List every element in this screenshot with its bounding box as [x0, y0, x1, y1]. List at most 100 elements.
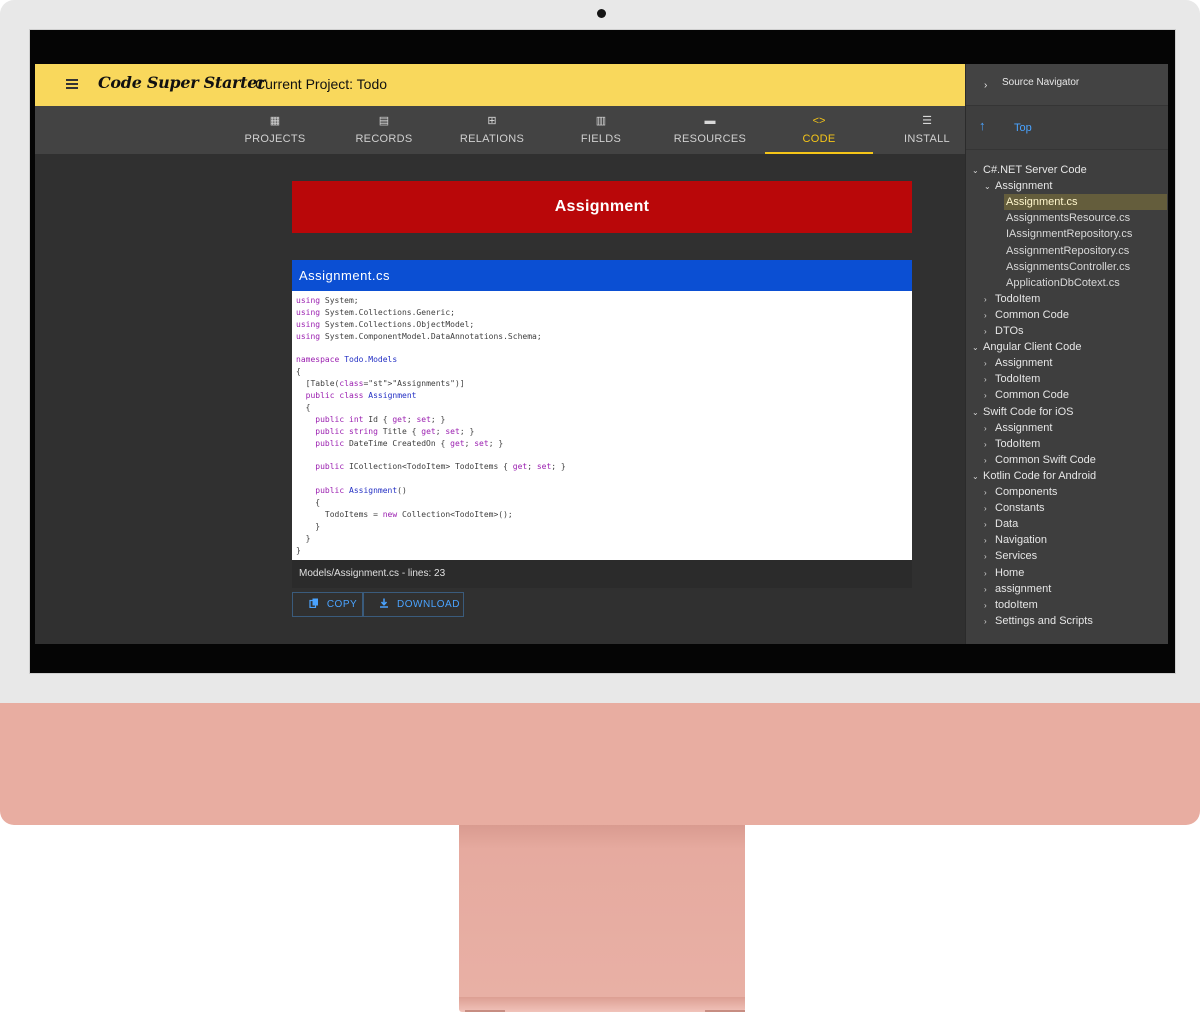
download-button[interactable]: DOWNLOAD: [363, 592, 464, 617]
tab-code[interactable]: <> CODE: [765, 106, 873, 154]
tree-folder-item[interactable]: › Common Swift Code: [984, 452, 1167, 468]
code-line: public class Assignment: [305, 391, 417, 401]
relations-icon: ⊞: [487, 115, 497, 127]
navigator-title: Source Navigator: [1002, 77, 1080, 88]
chevron-right-icon[interactable]: ›: [984, 80, 987, 91]
tree-folder-item[interactable]: › Home: [984, 565, 1167, 581]
document-icon: ▥: [595, 115, 607, 127]
hamburger-menu-icon[interactable]: [66, 79, 78, 89]
tree-item-label: Common Code: [995, 308, 1069, 321]
chevron-right-icon[interactable]: ›: [984, 292, 995, 308]
chevron-right-icon[interactable]: ›: [984, 549, 995, 565]
tree-file-item[interactable]: Assignment.cs: [1004, 194, 1167, 211]
tab-label: PROJECTS: [244, 133, 306, 145]
chevron-right-icon[interactable]: ›: [984, 437, 995, 453]
tree-folder-item[interactable]: ⌄ Swift Code for iOS: [972, 404, 1167, 420]
chevron-right-icon[interactable]: ›: [984, 582, 995, 598]
tab-fields[interactable]: ▥ FIELDS: [547, 106, 655, 154]
tree-folder-item[interactable]: › todoItem: [984, 597, 1167, 613]
tree-folder-item[interactable]: › TodoItem: [984, 371, 1167, 387]
tree-folder-item[interactable]: › DTOs: [984, 323, 1167, 339]
chevron-right-icon[interactable]: ›: [984, 517, 995, 533]
tree-folder-item[interactable]: ⌄ Angular Client Code: [972, 339, 1167, 355]
chevron-down-icon[interactable]: ⌄: [972, 405, 983, 421]
tree-item-label: Services: [995, 550, 1038, 563]
code-line: {: [296, 403, 311, 413]
tree-folder-item[interactable]: › Assignment: [984, 355, 1167, 371]
chevron-right-icon[interactable]: ›: [984, 372, 995, 388]
tree-folder-item[interactable]: › Constants: [984, 500, 1167, 516]
code-line: {: [296, 498, 321, 508]
tree-folder-item[interactable]: › TodoItem: [984, 436, 1167, 452]
chevron-right-icon[interactable]: ›: [984, 324, 995, 340]
chevron-right-icon[interactable]: ›: [984, 421, 995, 437]
chevron-right-icon[interactable]: ›: [984, 388, 995, 404]
tree-folder-item[interactable]: › TodoItem: [984, 291, 1167, 307]
tree-folder-item[interactable]: › Settings and Scripts: [984, 613, 1167, 629]
tree-item-label: Data: [995, 518, 1019, 531]
chevron-right-icon[interactable]: ›: [984, 308, 995, 324]
tree-folder-item[interactable]: › Navigation: [984, 532, 1167, 548]
navigator-header[interactable]: › Source Navigator: [966, 64, 1168, 106]
tree-item-label: Assignment: [995, 180, 1053, 193]
chevron-right-icon[interactable]: ›: [984, 356, 995, 372]
tree-file-item[interactable]: AssignmentsResource.cs: [1004, 210, 1167, 226]
tree-item-label: Settings and Scripts: [995, 614, 1093, 627]
tree-file-item[interactable]: AssignmentsController.cs: [1004, 259, 1167, 275]
arrow-up-icon: ↑: [979, 118, 986, 133]
tree-folder-item[interactable]: › Assignment: [984, 420, 1167, 436]
code-line: public ICollection<TodoItem> TodoItems {…: [315, 462, 566, 472]
copy-button[interactable]: COPY: [292, 592, 363, 617]
tree-item-label: Home: [995, 566, 1025, 579]
tree-file-item[interactable]: ApplicationDbCotext.cs: [1004, 275, 1167, 291]
chevron-right-icon[interactable]: ›: [984, 533, 995, 549]
chevron-right-icon[interactable]: ›: [984, 485, 995, 501]
tree-file-item[interactable]: IAssignmentRepository.cs: [1004, 226, 1167, 242]
tree-folder-item[interactable]: › Services: [984, 548, 1167, 564]
code-line: using System.ComponentModel.DataAnnotati…: [296, 331, 542, 341]
copy-icon: [309, 598, 318, 608]
code-content[interactable]: using System; using System.Collections.Ge…: [296, 295, 908, 563]
chevron-down-icon[interactable]: ⌄: [972, 163, 983, 179]
tree-folder-item[interactable]: ⌄ Kotlin Code for Android: [972, 468, 1167, 484]
app-title: Code Super Starter: [98, 73, 266, 92]
tree-file-item[interactable]: AssignmentRepository.cs: [1004, 243, 1167, 259]
chevron-right-icon[interactable]: ›: [984, 453, 995, 469]
chevron-right-icon[interactable]: ›: [984, 566, 995, 582]
tree-folder-item[interactable]: ⌄ Assignment: [984, 178, 1167, 194]
chevron-down-icon[interactable]: ⌄: [972, 469, 983, 485]
tree-item-label: ApplicationDbCotext.cs: [1006, 276, 1120, 289]
chevron-right-icon[interactable]: ›: [984, 598, 995, 614]
tab-records[interactable]: ▤ RECORDS: [330, 106, 438, 154]
tree-item-label: todoItem: [995, 598, 1038, 611]
app-top-bar: Code Super Starter Current Project: Todo: [35, 64, 965, 106]
tree-item-label: assignment: [995, 582, 1052, 595]
tree-item-label: Assignment.cs: [1006, 196, 1078, 209]
chevron-right-icon[interactable]: ›: [984, 614, 995, 630]
tab-label: FIELDS: [580, 133, 622, 145]
tree-folder-item[interactable]: › Common Code: [984, 387, 1167, 403]
tab-projects[interactable]: ▦ PROJECTS: [221, 106, 329, 154]
tree-item-label: TodoItem: [995, 292, 1041, 305]
entity-banner: Assignment: [292, 181, 912, 233]
code-line: public DateTime CreatedOn { get; set; }: [315, 438, 504, 448]
tree-folder-item[interactable]: › Data: [984, 516, 1167, 532]
chevron-down-icon[interactable]: ⌄: [984, 179, 995, 195]
code-line: [Table(class="st">"Assignments")]: [296, 379, 465, 389]
navigator-top-link[interactable]: ↑ Top: [966, 106, 1168, 150]
tree-folder-item[interactable]: › Common Code: [984, 307, 1167, 323]
chevron-right-icon[interactable]: ›: [984, 501, 995, 517]
tree-folder-item[interactable]: ⌄ C#.NET Server Code: [972, 162, 1167, 178]
tree-item-label: AssignmentRepository.cs: [1006, 244, 1130, 257]
download-icon: [380, 598, 389, 608]
tab-relations[interactable]: ⊞ RELATIONS: [438, 106, 546, 154]
code-line: namespace Todo.Models: [296, 355, 398, 365]
tree-folder-item[interactable]: › Components: [984, 484, 1167, 500]
tree-folder-item[interactable]: › assignment: [984, 581, 1167, 597]
code-line: {: [296, 367, 301, 377]
tree-item-label: DTOs: [995, 325, 1024, 337]
tree-item-label: Assignment: [995, 357, 1053, 370]
chevron-down-icon[interactable]: ⌄: [972, 340, 983, 356]
tab-resources[interactable]: ▬ RESOURCES: [656, 106, 764, 154]
